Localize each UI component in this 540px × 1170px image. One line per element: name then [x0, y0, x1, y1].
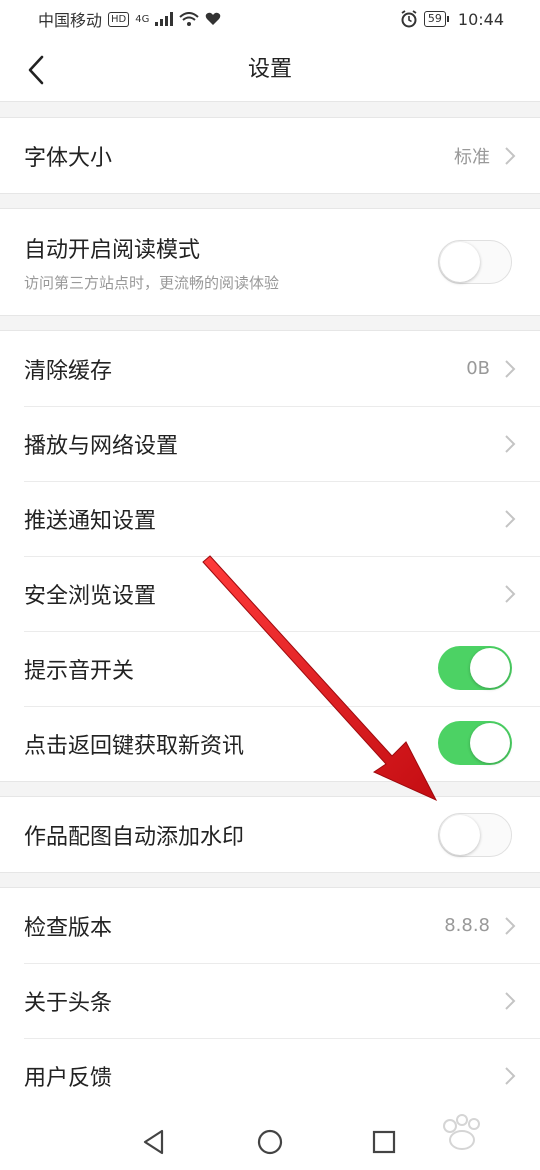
circle-home-icon — [257, 1129, 283, 1155]
toggle-knob — [440, 242, 480, 282]
chevron-right-icon — [504, 146, 516, 166]
chevron-right-icon — [504, 1066, 516, 1086]
status-bar: 中国移动 HD 4G 59 10:44 — [0, 0, 540, 38]
group-watermark: 作品配图自动添加水印 — [0, 796, 540, 873]
row-label: 检查版本 — [24, 915, 113, 941]
row-clear-cache[interactable]: 清除缓存 0B — [0, 331, 540, 406]
chevron-right-icon — [504, 434, 516, 454]
signal-icon — [155, 12, 174, 26]
row-label: 关于头条 — [24, 990, 113, 1016]
clock: 10:44 — [457, 9, 504, 29]
row-back-refresh: 点击返回键获取新资讯 — [0, 706, 540, 781]
system-nav-bar — [0, 1112, 540, 1170]
wifi-icon — [179, 12, 200, 26]
row-label: 推送通知设置 — [24, 508, 157, 534]
status-right: 59 10:44 — [400, 10, 504, 29]
row-label: 自动开启阅读模式 — [24, 237, 201, 263]
chevron-right-icon — [504, 509, 516, 529]
row-label: 用户反馈 — [24, 1065, 113, 1091]
reading-mode-toggle[interactable] — [438, 240, 512, 284]
font-size-value: 标准 — [454, 146, 490, 168]
group-reading: 自动开启阅读模式 访问第三方站点时，更流畅的阅读体验 — [0, 208, 540, 316]
row-playback-network[interactable]: 播放与网络设置 — [0, 406, 540, 481]
row-label: 安全浏览设置 — [24, 583, 157, 609]
group-about: 检查版本 8.8.8 关于头条 用户反馈 — [0, 887, 540, 1114]
row-reading-mode: 自动开启阅读模式 访问第三方站点时，更流畅的阅读体验 — [0, 209, 540, 315]
alarm-icon — [401, 10, 417, 28]
row-check-version[interactable]: 检查版本 8.8.8 — [0, 888, 540, 963]
heart-icon — [206, 12, 221, 25]
row-sound-toggle: 提示音开关 — [0, 631, 540, 706]
chevron-right-icon — [504, 916, 516, 936]
watermark-logo-icon — [443, 1114, 480, 1150]
toggle-knob — [440, 815, 480, 855]
app-header: 设置 — [0, 38, 540, 102]
cache-size-value: 0B — [466, 358, 490, 379]
row-font-size[interactable]: 字体大小 标准 — [0, 118, 540, 193]
nav-home-button[interactable] — [256, 1128, 284, 1156]
sound-toggle[interactable] — [438, 646, 512, 690]
row-safe-browsing[interactable]: 安全浏览设置 — [0, 556, 540, 631]
square-recent-icon — [372, 1130, 396, 1154]
back-refresh-toggle[interactable] — [438, 721, 512, 765]
row-feedback[interactable]: 用户反馈 — [0, 1038, 540, 1113]
toggle-knob — [470, 648, 510, 688]
row-label: 字体大小 — [24, 145, 113, 171]
hd-badge: HD — [108, 11, 130, 27]
row-label: 清除缓存 — [24, 358, 113, 384]
page-title: 设置 — [247, 57, 292, 82]
version-value: 8.8.8 — [444, 915, 490, 936]
watermark-toggle[interactable] — [438, 813, 512, 857]
status-left: 中国移动 HD 4G — [38, 7, 221, 31]
group-font: 字体大小 标准 — [0, 117, 540, 194]
row-label: 播放与网络设置 — [24, 433, 179, 459]
toggle-knob — [470, 723, 510, 763]
network-type: 4G — [135, 13, 150, 25]
chevron-right-icon — [504, 584, 516, 604]
row-subtitle: 访问第三方站点时，更流畅的阅读体验 — [24, 273, 280, 292]
chevron-right-icon — [504, 991, 516, 1011]
group-general: 清除缓存 0B 播放与网络设置 推送通知设置 安全浏览设置 提示音开关 点击返回… — [0, 330, 540, 782]
battery-level: 59 — [423, 11, 449, 27]
row-about[interactable]: 关于头条 — [0, 963, 540, 1038]
row-watermark: 作品配图自动添加水印 — [0, 797, 540, 872]
row-push-notifications[interactable]: 推送通知设置 — [0, 481, 540, 556]
nav-back-button[interactable] — [140, 1128, 168, 1156]
chevron-right-icon — [504, 359, 516, 379]
carrier-name: 中国移动 — [38, 11, 103, 30]
triangle-back-icon — [143, 1129, 164, 1155]
